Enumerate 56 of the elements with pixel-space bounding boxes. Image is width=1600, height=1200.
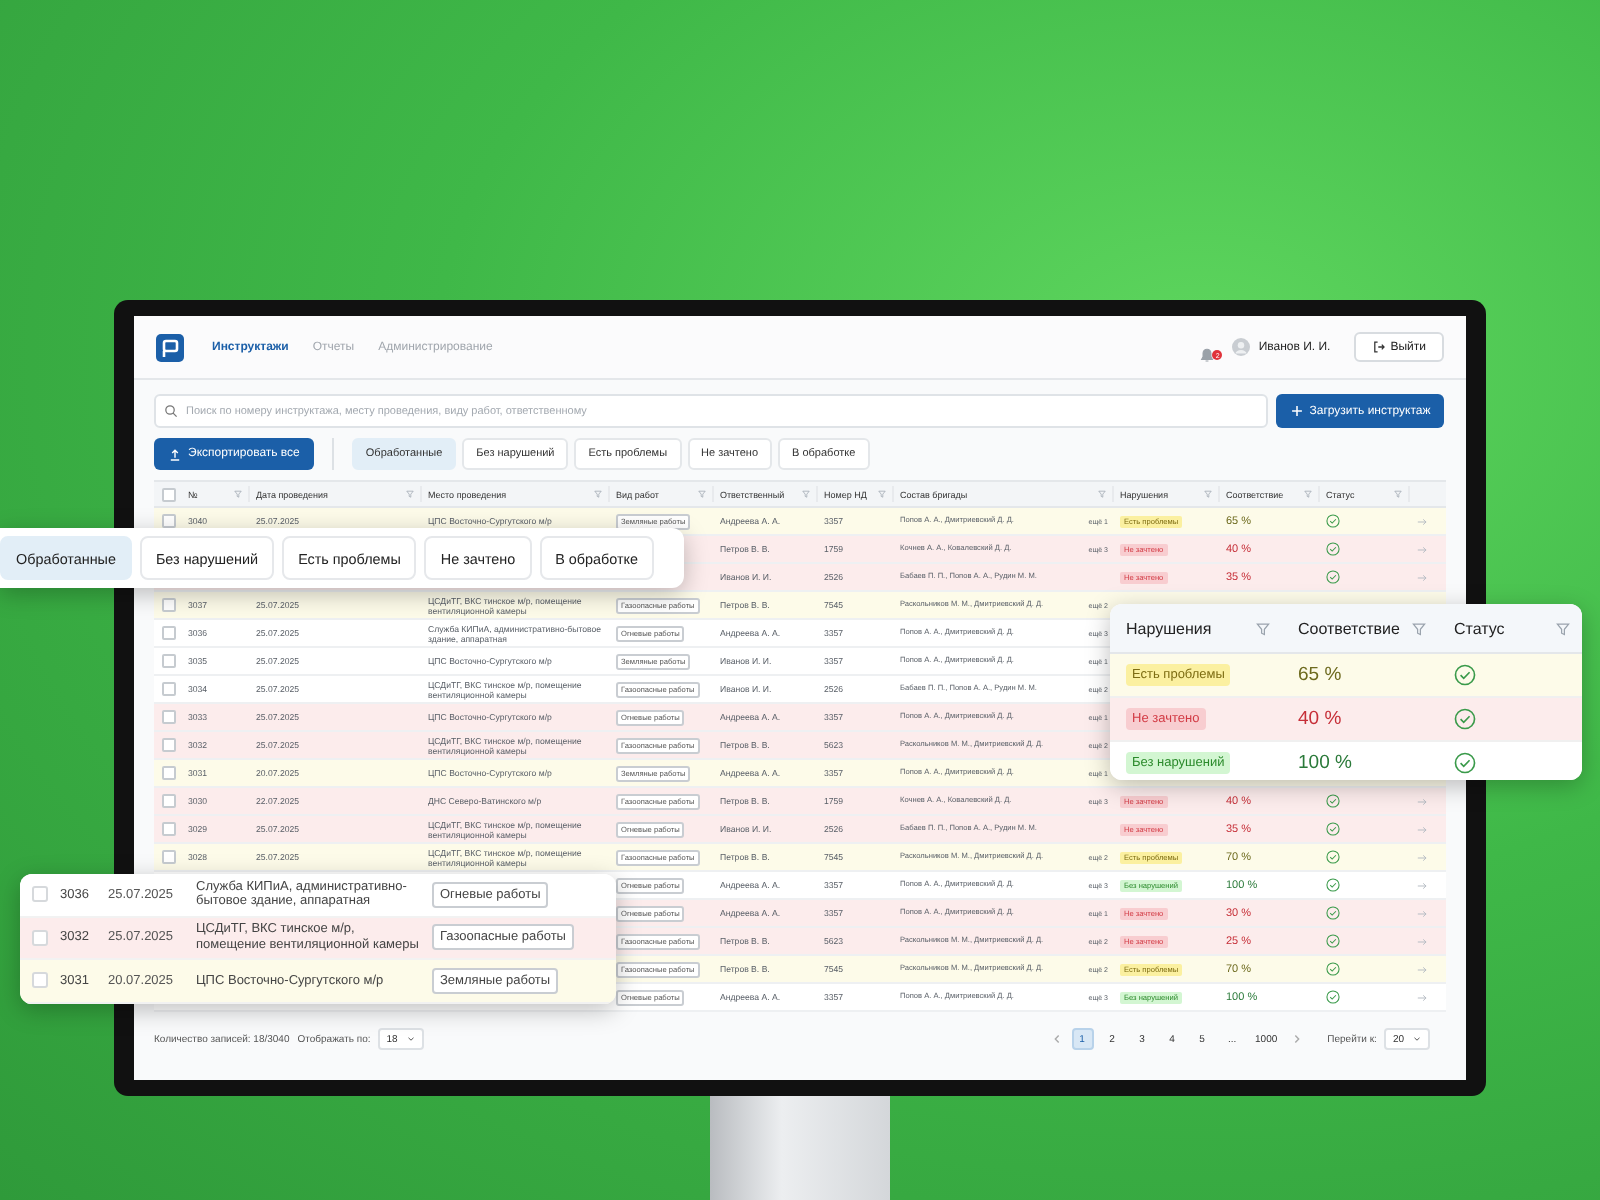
filter-icon[interactable] [406, 490, 414, 498]
upload-icon [168, 447, 182, 461]
filter-icon[interactable] [594, 490, 602, 498]
filter-icon[interactable] [1204, 490, 1212, 498]
filter-icon[interactable] [802, 490, 810, 498]
checkbox[interactable] [162, 822, 176, 836]
filter-icon[interactable] [1394, 490, 1402, 498]
column-header: Нарушения [1126, 619, 1212, 637]
arrow-right-icon[interactable] [1416, 515, 1428, 527]
checkbox[interactable] [32, 972, 48, 989]
checkbox[interactable] [162, 682, 176, 696]
checkbox[interactable] [162, 850, 176, 864]
avatar-icon[interactable] [1232, 338, 1251, 356]
arrow-right-icon[interactable] [1416, 571, 1428, 583]
checkbox[interactable] [162, 794, 176, 808]
compliance-value: 40 % [1298, 708, 1342, 730]
search-icon [164, 404, 178, 418]
arrow-right-icon[interactable] [1416, 963, 1428, 975]
checkbox[interactable] [162, 738, 176, 752]
checkbox[interactable] [162, 710, 176, 724]
checkbox[interactable] [32, 886, 48, 903]
bell-icon[interactable] [1198, 346, 1217, 364]
checkbox[interactable] [162, 654, 176, 668]
compliance-value: 100 % [1298, 752, 1352, 774]
filter-icon[interactable] [1304, 490, 1312, 498]
checkbox[interactable] [162, 514, 176, 528]
column-header: Соответствие [1298, 619, 1400, 637]
checkbox[interactable] [32, 929, 48, 946]
arrow-right-icon[interactable] [1416, 991, 1428, 1003]
arrow-right-icon[interactable] [1416, 795, 1428, 807]
chevron-right-icon[interactable] [1289, 1032, 1304, 1046]
arrow-right-icon[interactable] [1416, 879, 1428, 891]
chevron-down-icon [405, 1034, 416, 1044]
checkbox[interactable] [162, 626, 176, 640]
filter-icon[interactable] [1256, 621, 1270, 635]
filter-icon[interactable] [698, 490, 706, 498]
checkbox[interactable] [162, 598, 176, 612]
arrow-right-icon[interactable] [1416, 823, 1428, 835]
checkbox[interactable] [162, 487, 176, 501]
filter-icon[interactable] [878, 490, 886, 498]
column-header: Статус [1454, 619, 1505, 637]
arrow-right-icon[interactable] [1416, 851, 1428, 863]
app-logo-icon[interactable] [156, 333, 184, 361]
filter-icon[interactable] [1556, 621, 1570, 635]
filter-icon[interactable] [234, 490, 242, 498]
compliance-value: 65 % [1298, 664, 1342, 686]
arrow-right-icon[interactable] [1416, 907, 1428, 919]
plus-icon [1289, 404, 1304, 418]
chevron-left-icon[interactable] [1049, 1032, 1064, 1046]
arrow-right-icon[interactable] [1416, 543, 1428, 555]
chevron-down-icon [1412, 1034, 1422, 1044]
arrow-right-icon[interactable] [1416, 935, 1428, 947]
filter-icon[interactable] [1412, 621, 1426, 635]
filter-icon[interactable] [1098, 490, 1106, 498]
checkbox[interactable] [162, 766, 176, 780]
logout-icon [1372, 340, 1387, 354]
